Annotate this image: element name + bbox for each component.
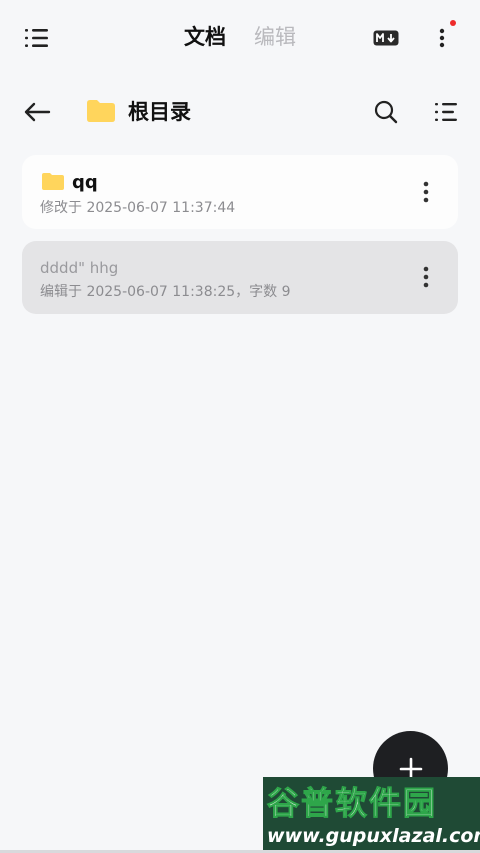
more-vertical-icon	[423, 266, 429, 288]
search-button[interactable]	[368, 95, 404, 129]
more-button[interactable]	[428, 22, 456, 54]
list-menu-icon	[25, 29, 48, 47]
top-bar: 文档 编辑	[0, 0, 480, 76]
search-icon	[374, 100, 398, 124]
list-item-folder[interactable]: qq 修改于 2025-06-07 11:37:44	[22, 155, 458, 229]
sort-list-icon	[435, 103, 457, 121]
back-button[interactable]	[18, 95, 56, 129]
folder-title: 根目录	[128, 100, 191, 124]
path-bar: 根目录	[0, 86, 480, 138]
folder-icon	[87, 100, 115, 122]
watermark-brand: 谷普软件园	[266, 784, 438, 823]
tab-edit[interactable]: 编辑	[254, 22, 296, 52]
notification-dot	[450, 20, 456, 26]
list-menu-button[interactable]	[18, 22, 56, 54]
watermark-url: www.gupuxlazal.com	[267, 825, 480, 847]
markdown-icon	[373, 30, 399, 46]
note-title: dddd" hhg	[40, 259, 119, 277]
list-item-note[interactable]: dddd" hhg 编辑于 2025-06-07 11:38:25，字数 9	[22, 241, 458, 314]
sort-button[interactable]	[428, 95, 464, 129]
folder-name: qq	[72, 172, 98, 193]
markdown-button[interactable]	[368, 24, 404, 52]
tab-docs[interactable]: 文档	[184, 22, 226, 52]
folder-modified-time: 修改于 2025-06-07 11:37:44	[40, 200, 236, 216]
arrow-left-icon	[24, 102, 51, 122]
item-more-button[interactable]	[418, 179, 434, 205]
folder-icon	[42, 173, 64, 190]
watermark-logo: 谷普软件园 www.gupuxlazal.com	[263, 777, 480, 850]
note-edit-info: 编辑于 2025-06-07 11:38:25，字数 9	[40, 284, 291, 300]
more-vertical-icon	[439, 28, 445, 48]
item-more-button[interactable]	[418, 264, 434, 290]
more-vertical-icon	[423, 181, 429, 203]
